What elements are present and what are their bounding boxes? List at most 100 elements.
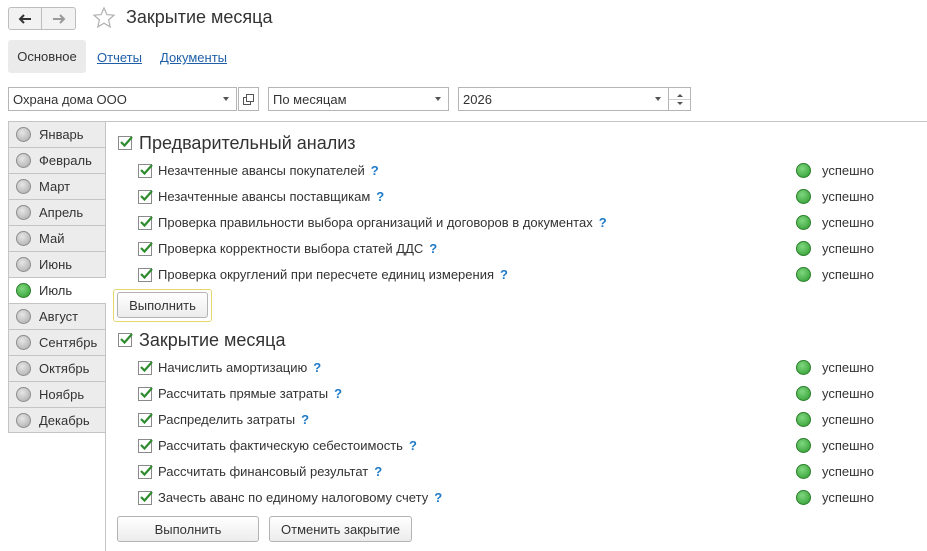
item-checkbox[interactable] <box>138 387 153 401</box>
cancel-closing-button[interactable]: Отменить закрытие <box>269 516 412 542</box>
help-icon[interactable]: ? <box>500 267 508 282</box>
item-checkbox[interactable] <box>138 242 153 256</box>
arrow-right-icon <box>52 13 65 24</box>
item-checkbox[interactable] <box>138 413 153 427</box>
preliminary-run-button[interactable]: Выполнить <box>117 292 208 318</box>
year-field[interactable]: 2026 <box>458 87 648 111</box>
status-dot-icon <box>16 387 31 402</box>
status-dot-icon <box>796 490 811 505</box>
status-dot-icon <box>16 205 31 220</box>
month-item-selected[interactable]: Июль <box>8 277 106 303</box>
month-item[interactable]: Февраль <box>8 147 106 173</box>
status-text: успешно <box>822 163 874 178</box>
organization-field[interactable]: Охрана дома ООО <box>8 87 216 111</box>
spin-down-icon[interactable] <box>677 102 683 105</box>
task-item: Проверка правильности выбора организаций… <box>158 215 607 230</box>
status-dot-icon <box>16 231 31 246</box>
tab-reports[interactable]: Отчеты <box>97 50 142 65</box>
tab-documents[interactable]: Документы <box>160 50 227 65</box>
period-type-field[interactable]: По месяцам <box>268 87 428 111</box>
status-dot-icon <box>16 335 31 350</box>
task-label: Незачтенные авансы поставщикам <box>158 189 371 204</box>
task-item: Незачтенные авансы покупателей? <box>158 163 379 178</box>
status-dot-icon <box>796 412 811 427</box>
help-icon[interactable]: ? <box>434 490 442 505</box>
closing-run-button[interactable]: Выполнить <box>117 516 259 542</box>
item-checkbox[interactable] <box>138 268 153 282</box>
month-item[interactable]: Апрель <box>8 199 106 225</box>
item-checkbox[interactable] <box>138 361 153 375</box>
status-dot-icon <box>796 438 811 453</box>
month-item[interactable]: Декабрь <box>8 407 106 433</box>
task-label: Рассчитать прямые затраты <box>158 386 329 401</box>
task-label: Незачтенные авансы покупателей <box>158 163 365 178</box>
status-dot-icon <box>796 163 811 178</box>
item-checkbox[interactable] <box>138 190 153 204</box>
favorite-star-icon[interactable] <box>92 6 116 30</box>
status-dot-icon <box>796 241 811 256</box>
open-organization-button[interactable] <box>238 87 259 111</box>
status-text: успешно <box>822 386 874 401</box>
checkmark-icon <box>140 216 153 228</box>
period-type-dropdown-button[interactable] <box>427 87 449 111</box>
task-label: Распределить затраты <box>158 412 296 427</box>
item-checkbox[interactable] <box>138 216 153 230</box>
checkmark-icon <box>140 387 153 399</box>
item-checkbox[interactable] <box>138 491 153 505</box>
task-label: Рассчитать фактическую себестоимость <box>158 438 403 453</box>
item-checkbox[interactable] <box>138 465 153 479</box>
status-text: успешно <box>822 241 874 256</box>
task-label: Проверка корректности выбора статей ДДС <box>158 241 424 256</box>
task-item: Рассчитать прямые затраты? <box>158 386 342 401</box>
back-button[interactable] <box>8 7 42 30</box>
status-text: успешно <box>822 412 874 427</box>
open-window-icon <box>243 93 254 105</box>
checkmark-icon <box>120 136 133 148</box>
year-dropdown-button[interactable] <box>647 87 669 111</box>
task-label: Проверка округлений при пересчете единиц… <box>158 267 494 282</box>
month-item[interactable]: Октябрь <box>8 355 106 381</box>
forward-button[interactable] <box>42 7 76 30</box>
status-dot-icon <box>16 127 31 142</box>
month-item[interactable]: Май <box>8 225 106 251</box>
task-item: Проверка корректности выбора статей ДДС? <box>158 241 437 256</box>
month-item[interactable]: Сентябрь <box>8 329 106 355</box>
month-item[interactable]: Ноябрь <box>8 381 106 407</box>
help-icon[interactable]: ? <box>374 464 382 479</box>
month-item[interactable]: Январь <box>8 121 106 147</box>
chevron-down-icon <box>434 97 441 101</box>
task-item: Рассчитать финансовый результат? <box>158 464 382 479</box>
task-item: Незачтенные авансы поставщикам? <box>158 189 384 204</box>
status-dot-icon <box>796 267 811 282</box>
status-text: успешно <box>822 464 874 479</box>
month-item[interactable]: Август <box>8 303 106 329</box>
task-item: Рассчитать фактическую себестоимость? <box>158 438 417 453</box>
help-icon[interactable]: ? <box>301 412 309 427</box>
status-dot-icon <box>16 412 31 428</box>
checkmark-icon <box>120 333 133 345</box>
help-icon[interactable]: ? <box>599 215 607 230</box>
item-checkbox[interactable] <box>138 439 153 453</box>
month-item[interactable]: Июнь <box>8 251 106 277</box>
month-item[interactable]: Март <box>8 173 106 199</box>
help-icon[interactable]: ? <box>334 386 342 401</box>
organization-dropdown-button[interactable] <box>215 87 237 111</box>
status-dot-icon <box>16 309 31 324</box>
checkmark-icon <box>140 491 153 503</box>
spin-up-icon[interactable] <box>677 94 683 97</box>
help-icon[interactable]: ? <box>371 163 379 178</box>
item-checkbox[interactable] <box>138 164 153 178</box>
help-icon[interactable]: ? <box>409 438 417 453</box>
closing-checkbox[interactable] <box>118 333 133 347</box>
tab-main[interactable]: Основное <box>8 40 86 73</box>
year-spinner[interactable] <box>669 87 691 111</box>
preliminary-checkbox[interactable] <box>118 136 133 150</box>
help-icon[interactable]: ? <box>376 189 384 204</box>
status-text: успешно <box>822 438 874 453</box>
status-dot-icon <box>796 386 811 401</box>
help-icon[interactable]: ? <box>313 360 321 375</box>
checkmark-icon <box>140 361 153 373</box>
checkmark-icon <box>140 242 153 254</box>
help-icon[interactable]: ? <box>429 241 437 256</box>
status-dot-icon <box>796 360 811 375</box>
